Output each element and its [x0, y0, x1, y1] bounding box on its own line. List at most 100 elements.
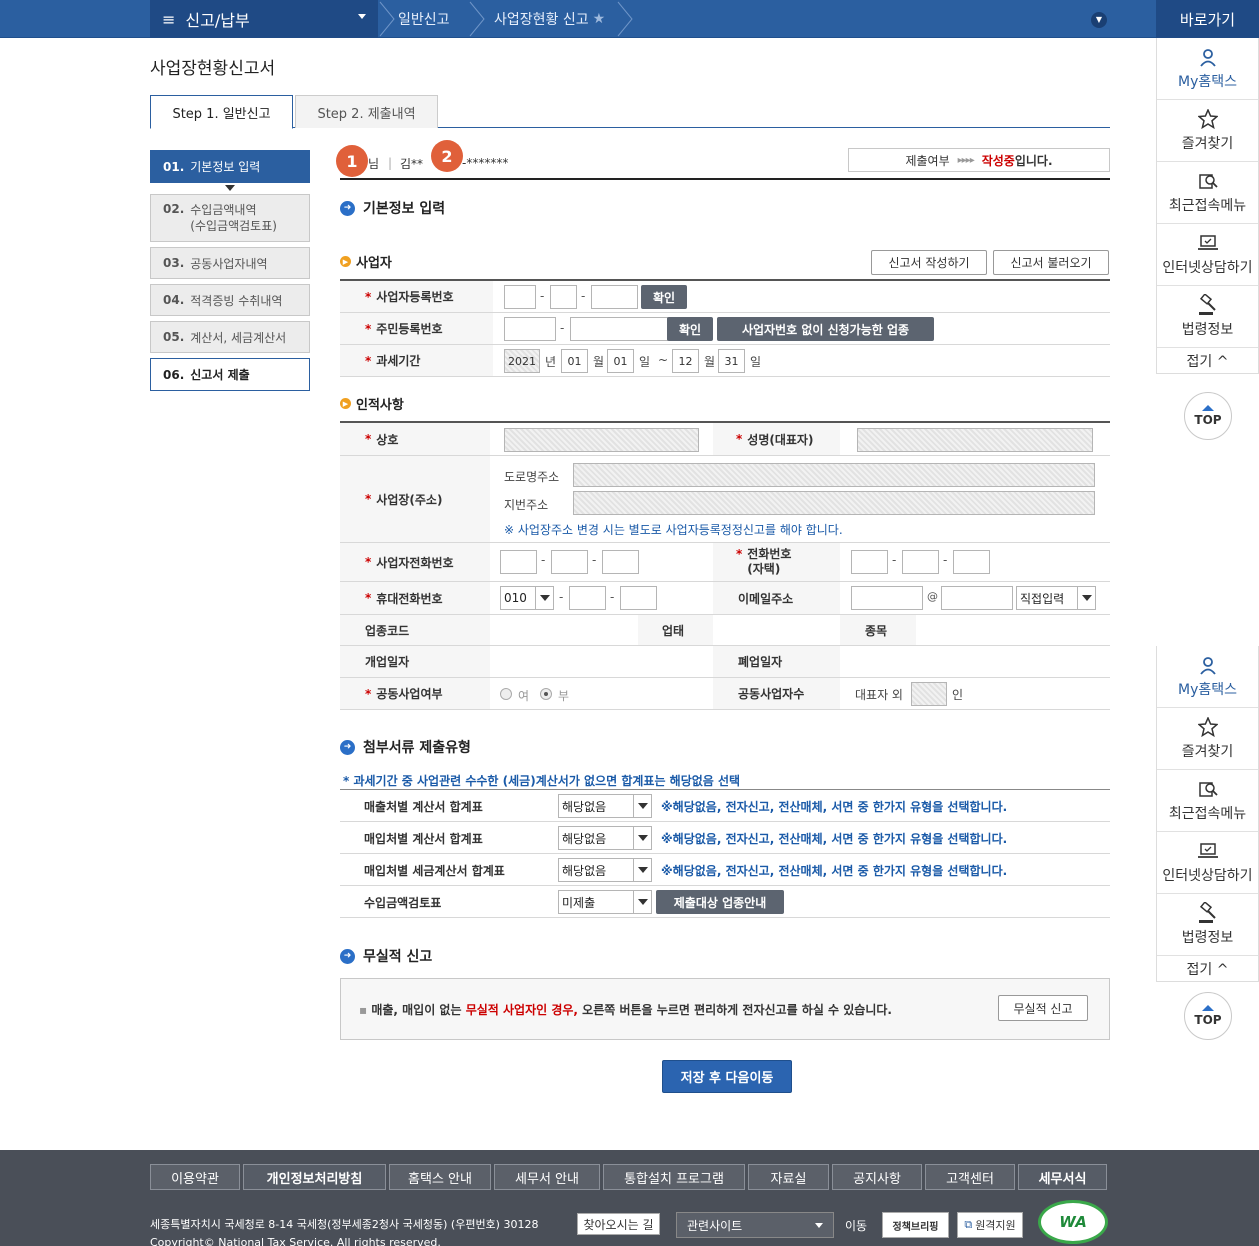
policy-briefing-link[interactable]: 정책브리핑 [882, 1212, 949, 1238]
quick-law-info[interactable]: 법령정보 [1157, 286, 1258, 348]
joint-no-radio[interactable] [540, 688, 552, 700]
scroll-top-button[interactable]: TOP [1184, 392, 1232, 440]
save-next-button[interactable]: 저장 후 다음이동 [662, 1060, 792, 1093]
footer-link-forms[interactable]: 세무서식 [1018, 1164, 1107, 1190]
footer-link-privacy[interactable]: 개인정보처리방침 [243, 1164, 386, 1190]
footer-link-archive[interactable]: 자료실 [748, 1164, 829, 1190]
mobile-2-input[interactable] [569, 586, 606, 610]
biz-phone-2-input[interactable] [551, 550, 588, 574]
quick-internet-consult[interactable]: 인터넷상담하기 [1157, 224, 1258, 286]
no-bizno-industry-button[interactable]: 사업자번호 없이 신청가능한 업종 [717, 317, 934, 341]
bullet: ▪ [359, 1003, 372, 1017]
quick-my-hometax[interactable]: My홈택스 [1157, 38, 1258, 100]
section-basic-info: ➜ 기본정보 입력 [340, 198, 445, 218]
quick-fold-toggle[interactable]: 접기 ^ [1157, 348, 1258, 374]
write-report-button[interactable]: 신고서 작성하기 [871, 250, 987, 275]
footer-link-terms[interactable]: 이용약관 [150, 1164, 240, 1190]
attach-row: 매입처별 계산서 합계표 해당없음 ※해당없음, 전자신고, 전산매체, 서면 … [340, 822, 1110, 854]
nav-label: 공동사업자내역 [190, 256, 268, 271]
scroll-top-button[interactable]: TOP [1184, 992, 1232, 1040]
attach-type-select[interactable]: 해당없음 [558, 858, 652, 882]
rrn-front-input[interactable] [504, 317, 556, 341]
nav-item-basic-info[interactable]: 01. 기본정보 입력 [150, 150, 310, 183]
nav-item-evidence[interactable]: 04. 적격증빙 수취내역 [150, 284, 310, 316]
nav-item-submit[interactable]: 06. 신고서 제출 [150, 358, 310, 391]
menu-dropdown[interactable]: ≡ 신고/납부 [150, 0, 378, 38]
label-item: 종목 [840, 615, 916, 645]
biz-phone-1-input[interactable] [500, 550, 537, 574]
footer-link-support[interactable]: 고객센터 [925, 1164, 1015, 1190]
email-domain-select[interactable]: 직접입력 [1016, 586, 1096, 610]
biz-phone-3-input[interactable] [602, 550, 639, 574]
page-title: 사업장현황신고서 [150, 59, 276, 79]
go-button[interactable]: 이동 [838, 1212, 874, 1238]
tab-step1[interactable]: Step 1. 일반신고 [150, 95, 293, 129]
nav-item-joint[interactable]: 03. 공동사업자내역 [150, 247, 310, 279]
quick-label: My홈택스 [1177, 682, 1237, 698]
rrn-back-input[interactable] [570, 317, 668, 341]
nil-report-button[interactable]: 무실적 신고 [998, 995, 1088, 1021]
footer-link-notice[interactable]: 공지사항 [832, 1164, 922, 1190]
quick-recent-menu[interactable]: 최근접속메뉴 [1157, 162, 1258, 224]
mobile-3-input[interactable] [620, 586, 657, 610]
quick-law-info[interactable]: 법령정보 [1157, 894, 1258, 956]
footer-link-office[interactable]: 세무서 안내 [494, 1164, 600, 1190]
year-input: 2021 [504, 349, 540, 373]
home-phone-1-input[interactable] [851, 550, 888, 574]
related-label: 관련사이트 [687, 1218, 743, 1233]
start-day-input[interactable]: 01 [607, 349, 634, 373]
bizno-part2-input[interactable] [550, 285, 577, 309]
home-phone-2-input[interactable] [902, 550, 939, 574]
quick-favorites[interactable]: 즐겨찾기 [1157, 100, 1258, 162]
label-biz-phone: * 사업자전화번호 [340, 543, 490, 581]
chevron-down-icon [633, 827, 651, 849]
attach-row: 수입금액검토표 미제출 제출대상 업종안내 [340, 886, 1110, 918]
attach-type-select[interactable]: 해당없음 [558, 794, 652, 818]
email-id-input[interactable] [851, 586, 923, 610]
breadcrumb-general-report[interactable]: 일반신고 [398, 0, 450, 38]
quick-internet-consult[interactable]: 인터넷상담하기 [1157, 832, 1258, 894]
recent-search-icon [1197, 778, 1219, 800]
bizno-part1-input[interactable] [504, 285, 536, 309]
nav-num: 05. [163, 330, 185, 344]
attach-table: 매출처별 계산서 합계표 해당없음 ※해당없음, 전자신고, 전산매체, 서면 … [340, 789, 1110, 918]
mobile-prefix-select[interactable]: 010 [500, 586, 554, 610]
nav-item-invoice[interactable]: 05. 계산서, 세금계산서 [150, 321, 310, 353]
end-month-input[interactable]: 12 [672, 349, 699, 373]
attach-select-value: 해당없음 [562, 831, 607, 846]
quick-favorites[interactable]: 즐겨찾기 [1157, 708, 1258, 770]
quick-recent-menu[interactable]: 최근접속메뉴 [1157, 770, 1258, 832]
remote-support-link[interactable]: ⧉ 원격지원 [957, 1212, 1023, 1238]
subsection-title: 사업자 [356, 256, 392, 271]
end-day-input[interactable]: 31 [718, 349, 745, 373]
tab-step2[interactable]: Step 2. 제출내역 [295, 95, 438, 128]
subsection-business: ▶ 사업자 [340, 252, 392, 271]
email-domain-input[interactable] [941, 586, 1013, 610]
joint-yes-radio[interactable] [500, 688, 512, 700]
footer-link-install[interactable]: 통합설치 프로그램 [603, 1164, 745, 1190]
related-sites-select[interactable]: 관련사이트 [676, 1212, 834, 1238]
step-badge-2: 2 [431, 140, 463, 172]
row-address: * 사업장(주소) 도로명주소 지번주소 ※ 사업장주소 변경 시는 별도로 사업… [340, 456, 1110, 543]
quick-fold-toggle[interactable]: 접기 ^ [1157, 956, 1258, 982]
arrow-right-icon: ▶ [340, 256, 351, 267]
breadcrumb-current[interactable]: 사업장현황 신고 ★ [494, 0, 605, 38]
industry-guide-button[interactable]: 제출대상 업종안내 [656, 890, 784, 914]
attach-type-select[interactable]: 해당없음 [558, 826, 652, 850]
start-month-input[interactable]: 01 [561, 349, 588, 373]
rrn-confirm-button[interactable]: 확인 [667, 317, 713, 341]
chevron-down-icon [633, 891, 651, 913]
footer-link-hometax[interactable]: 홈택스 안내 [389, 1164, 491, 1190]
chevron-down-icon[interactable]: ▼ [1091, 12, 1107, 28]
step-tabs: Step 1. 일반신고 Step 2. 제출내역 [150, 95, 1110, 129]
nav-item-income[interactable]: 02. 수입금액내역 (수입금액검토표) [150, 194, 310, 242]
home-phone-3-input[interactable] [953, 550, 990, 574]
label-mobile: * 휴대전화번호 [340, 582, 490, 614]
bizno-part3-input[interactable] [591, 285, 638, 309]
bizno-confirm-button[interactable]: 확인 [641, 285, 687, 309]
star-icon[interactable]: ★ [593, 11, 606, 27]
quick-my-hometax[interactable]: My홈택스 [1157, 646, 1258, 708]
income-review-select[interactable]: 미제출 [558, 890, 652, 914]
directions-button[interactable]: 찾아오시는 길 [577, 1213, 660, 1235]
load-report-button[interactable]: 신고서 불러오기 [993, 250, 1109, 275]
